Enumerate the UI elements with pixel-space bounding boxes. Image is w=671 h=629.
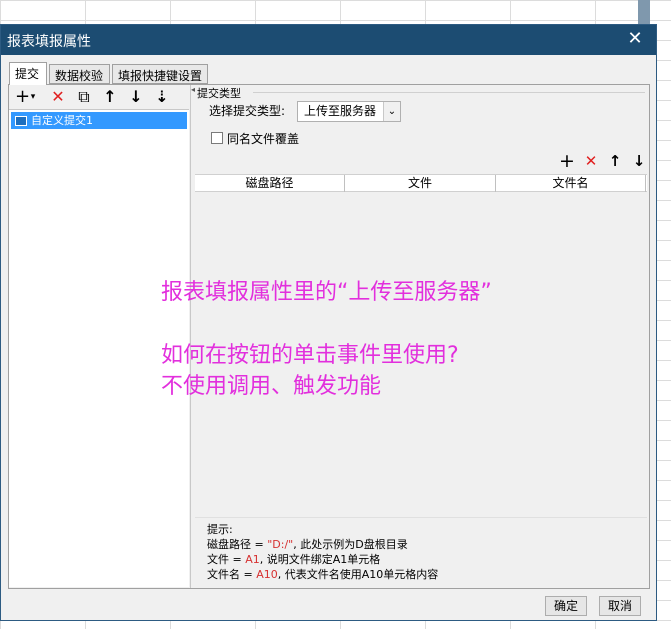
cancel-button[interactable]: 取消	[599, 596, 641, 616]
add-icon[interactable]: +	[15, 87, 30, 107]
ok-button[interactable]: 确定	[545, 596, 587, 616]
copy-icon[interactable]: ⧉	[75, 87, 93, 107]
close-icon[interactable]: ✕	[624, 28, 646, 50]
move-row-down-icon[interactable]: ↓	[629, 151, 649, 171]
report-fill-properties-dialog: 报表填报属性 ✕ 提交 数据校验 填报快捷键设置 + ▾ ✕ ⧉ ↑ ↓ ⇣ 自…	[0, 24, 657, 621]
move-down-icon[interactable]: ↓	[127, 87, 145, 107]
move-row-up-icon[interactable]: ↑	[605, 151, 625, 171]
submit-type-select[interactable]: 上传至服务器 ⌄	[297, 101, 401, 122]
list-item[interactable]: 自定义提交1	[11, 112, 187, 129]
column-header-disk-path[interactable]: 磁盘路径	[195, 175, 345, 192]
tab-submit[interactable]: 提交	[9, 62, 47, 85]
overwrite-checkbox[interactable]	[211, 132, 223, 144]
dialog-title: 报表填报属性	[7, 34, 91, 50]
group-divider	[253, 92, 645, 93]
tab-data-validation[interactable]: 数据校验	[49, 64, 110, 84]
form-icon	[15, 116, 27, 126]
add-row-icon[interactable]: +	[557, 151, 577, 171]
annotation-line-1: 报表填报属性里的“上传至服务器”	[161, 280, 492, 305]
sort-icon[interactable]: ⇣	[153, 87, 171, 107]
submit-type-label: 选择提交类型:	[209, 104, 286, 118]
add-dropdown-icon[interactable]: ▾	[29, 87, 37, 107]
submit-type-value: 上传至服务器	[304, 104, 377, 118]
submit-type-group-label: 提交类型	[197, 87, 241, 100]
file-table-toolbar: + ✕ ↑ ↓	[557, 151, 647, 171]
file-table: 磁盘路径 文件 文件名	[195, 174, 647, 474]
column-header-file-name[interactable]: 文件名	[496, 175, 646, 192]
file-table-header: 磁盘路径 文件 文件名	[195, 174, 647, 192]
hint-panel: 提示: 磁盘路径 = "D:/", 此处示例为D盘根目录 文件 = A1, 说明…	[195, 517, 647, 587]
delete-row-icon[interactable]: ✕	[581, 151, 601, 171]
move-up-icon[interactable]: ↑	[101, 87, 119, 107]
list-item-label: 自定义提交1	[31, 114, 93, 127]
tab-shortcut-settings[interactable]: 填报快捷键设置	[112, 64, 208, 84]
hint-line-file: 文件 = A1, 说明文件绑定A1单元格	[207, 553, 381, 566]
hint-line-file-name: 文件名 = A10, 代表文件名使用A10单元格内容	[207, 568, 439, 581]
left-toolbar: + ▾ ✕ ⧉ ↑ ↓ ⇣	[11, 87, 191, 109]
annotation-line-2: 如何在按钮的单击事件里使用?	[161, 343, 459, 368]
dialog-titlebar: 报表填报属性 ✕	[1, 25, 656, 55]
delete-icon[interactable]: ✕	[49, 87, 67, 107]
overwrite-checkbox-label: 同名文件覆盖	[227, 132, 300, 146]
background-scroll-tab	[638, 0, 650, 24]
column-header-file[interactable]: 文件	[345, 175, 496, 192]
chevron-down-icon[interactable]: ⌄	[383, 102, 400, 121]
hint-title: 提示:	[207, 523, 233, 536]
annotation-line-3: 不使用调用、触发功能	[161, 374, 382, 399]
hint-line-disk-path: 磁盘路径 = "D:/", 此处示例为D盘根目录	[207, 538, 408, 551]
